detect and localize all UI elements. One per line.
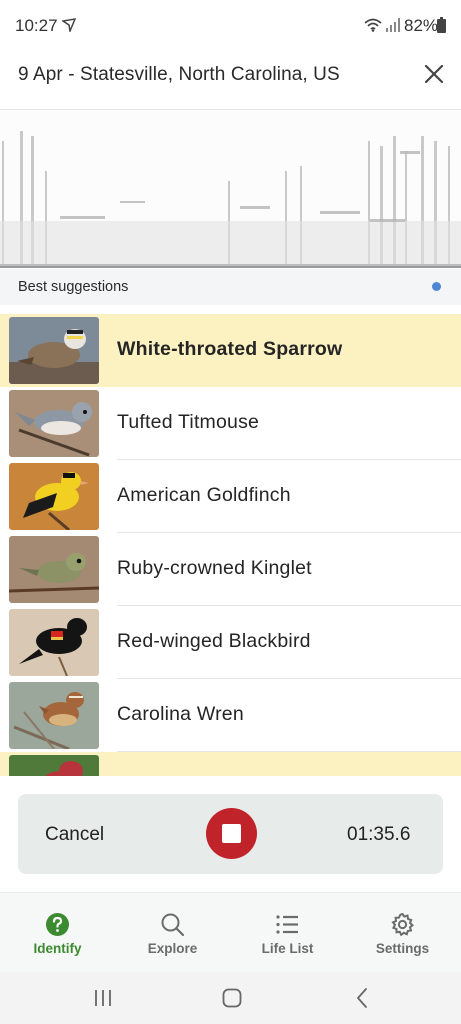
list-item[interactable]: Tufted Titmouse: [0, 387, 461, 460]
bird-list: White-throated Sparrow Tufted Titmouse A…: [0, 314, 461, 776]
page-title: 9 Apr - Statesville, North Carolina, US: [18, 64, 340, 85]
list-item[interactable]: Ruby-crowned Kinglet: [0, 533, 461, 606]
stop-recording-button[interactable]: [206, 808, 257, 859]
bird-name: White-throated Sparrow: [117, 338, 343, 360]
suggestions-title: Best suggestions: [18, 279, 129, 295]
bird-name: Carolina Wren: [117, 703, 244, 725]
tab-life-list[interactable]: Life List: [230, 893, 345, 973]
bird-photo: [9, 609, 99, 676]
tab-identify[interactable]: Identify: [0, 893, 115, 973]
tab-label: Life List: [261, 941, 314, 956]
question-icon: [46, 913, 69, 936]
spectrogram[interactable]: [0, 111, 461, 268]
recent-apps-icon[interactable]: [91, 986, 115, 1010]
list-item[interactable]: Carolina Wren: [0, 679, 461, 752]
bird-photo: [9, 390, 99, 457]
signal-icon: [386, 18, 400, 32]
bird-name: Ruby-crowned Kinglet: [117, 557, 312, 579]
spectrogram-graphic: [0, 111, 461, 266]
suggestions-header: Best suggestions: [0, 269, 461, 305]
bottom-nav: Identify Explore Life List Settings: [0, 892, 461, 972]
recording-panel: Cancel 01:35.6: [18, 794, 443, 874]
list-item[interactable]: White-throated Sparrow: [0, 314, 461, 387]
bird-photo: [9, 755, 99, 776]
bird-photo: [9, 536, 99, 603]
battery-icon: [437, 17, 446, 33]
tab-label: Explore: [147, 941, 198, 956]
bird-name: Red-winged Blackbird: [117, 630, 311, 652]
list-item[interactable]: American Goldfinch: [0, 460, 461, 533]
recording-area: Cancel 01:35.6: [0, 776, 461, 892]
battery-percent: 82%: [404, 16, 439, 35]
bird-photo: [9, 317, 99, 384]
cancel-button[interactable]: Cancel: [45, 824, 104, 846]
search-icon: [161, 913, 185, 937]
system-nav-bar: [0, 972, 461, 1024]
bird-name: Tufted Titmouse: [117, 411, 260, 433]
navigation-icon: [62, 18, 76, 32]
list-item[interactable]: Red-winged Blackbird: [0, 606, 461, 679]
back-icon[interactable]: [350, 986, 374, 1010]
recording-timer: 01:35.6: [347, 824, 411, 845]
list-icon: [276, 915, 298, 934]
close-icon[interactable]: [420, 60, 448, 88]
bird-photo: [9, 682, 99, 749]
header: 9 Apr - Statesville, North Carolina, US: [0, 52, 461, 110]
tab-label: Identify: [33, 941, 82, 956]
tab-label: Settings: [375, 941, 430, 956]
gear-icon: [391, 912, 415, 937]
tab-settings[interactable]: Settings: [345, 893, 460, 973]
status-bar: 10:27 82%: [0, 0, 461, 52]
status-time: 10:27: [15, 16, 58, 35]
tab-explore[interactable]: Explore: [115, 893, 230, 973]
stop-icon: [222, 824, 241, 843]
status-dot: [432, 282, 441, 291]
list-item[interactable]: [0, 752, 461, 776]
wifi-icon: [364, 18, 382, 32]
bird-name: American Goldfinch: [117, 484, 291, 506]
home-icon[interactable]: [220, 986, 244, 1010]
bird-photo: [9, 463, 99, 530]
